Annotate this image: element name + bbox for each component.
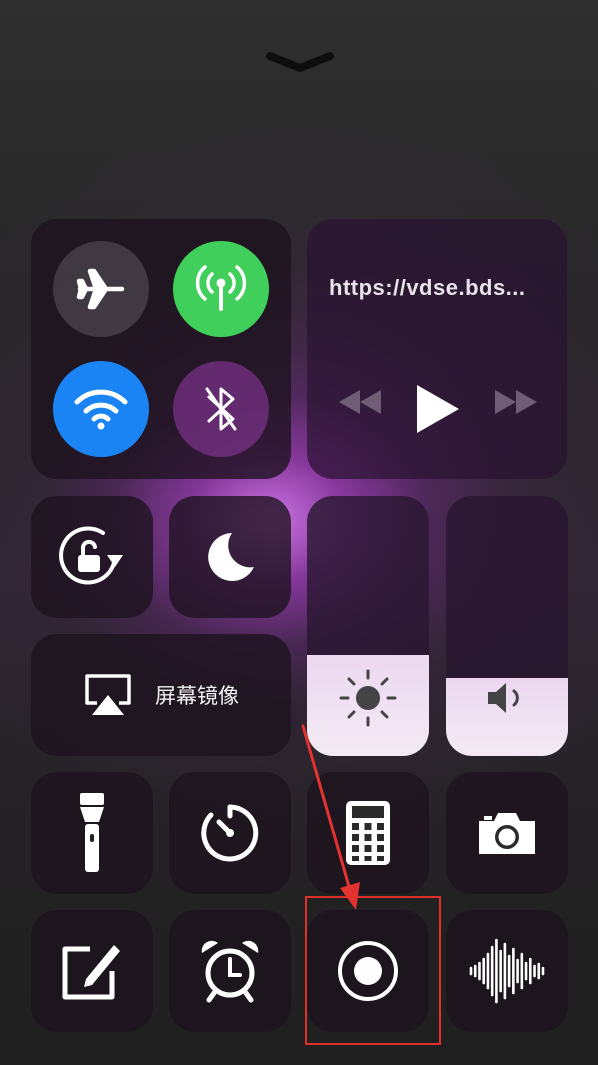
notes-button[interactable]	[31, 910, 153, 1032]
cellular-data-toggle[interactable]	[173, 241, 269, 337]
play-button[interactable]	[413, 383, 461, 440]
annotation-arrow	[301, 724, 360, 910]
timer-button[interactable]	[169, 772, 291, 894]
airplay-icon	[85, 674, 131, 715]
rewind-button[interactable]	[335, 387, 385, 422]
rotation-lock-toggle[interactable]	[31, 496, 153, 618]
voice-memos-icon	[469, 938, 545, 1004]
fast-forward-button[interactable]	[491, 387, 541, 422]
sun-icon-wrap	[307, 668, 429, 728]
connectivity-panel	[31, 219, 291, 479]
bluetooth-off-icon	[205, 387, 237, 431]
moon-icon	[208, 533, 254, 581]
camera-button[interactable]	[446, 772, 568, 894]
now-playing-panel[interactable]: https://vdse.bds...	[307, 219, 567, 479]
flashlight-button[interactable]	[31, 772, 153, 894]
bluetooth-toggle[interactable]	[173, 361, 269, 457]
highlight-box	[305, 896, 441, 1045]
alarm-clock-icon	[201, 940, 259, 1003]
volume-slider[interactable]	[446, 496, 568, 756]
flashlight-icon	[80, 793, 104, 872]
chevron-down-icon	[266, 52, 334, 72]
collapse-handle[interactable]	[262, 46, 338, 76]
airplane-icon	[76, 268, 125, 310]
speaker-icon	[488, 683, 519, 713]
now-playing-title: https://vdse.bds...	[329, 275, 526, 300]
do-not-disturb-toggle[interactable]	[169, 496, 291, 618]
wifi-icon	[74, 389, 128, 430]
brightness-slider[interactable]	[307, 496, 429, 756]
speaker-icon-wrap	[446, 678, 568, 718]
rewind-icon	[339, 390, 381, 414]
play-icon	[417, 385, 459, 433]
wifi-toggle[interactable]	[53, 361, 149, 457]
cellular-antenna-icon	[195, 265, 247, 311]
camera-icon	[479, 813, 535, 854]
screen-mirroring-button[interactable]: 屏幕镜像	[31, 634, 291, 756]
rotation-lock-icon	[59, 526, 123, 585]
fast-forward-icon	[495, 390, 537, 414]
screen-mirroring-label: 屏幕镜像	[155, 685, 239, 708]
timer-icon	[201, 804, 259, 862]
voice-memos-button[interactable]	[446, 910, 568, 1032]
alarm-clock-button[interactable]	[169, 910, 291, 1032]
notes-icon	[62, 945, 120, 1000]
airplane-mode-toggle[interactable]	[53, 241, 149, 337]
